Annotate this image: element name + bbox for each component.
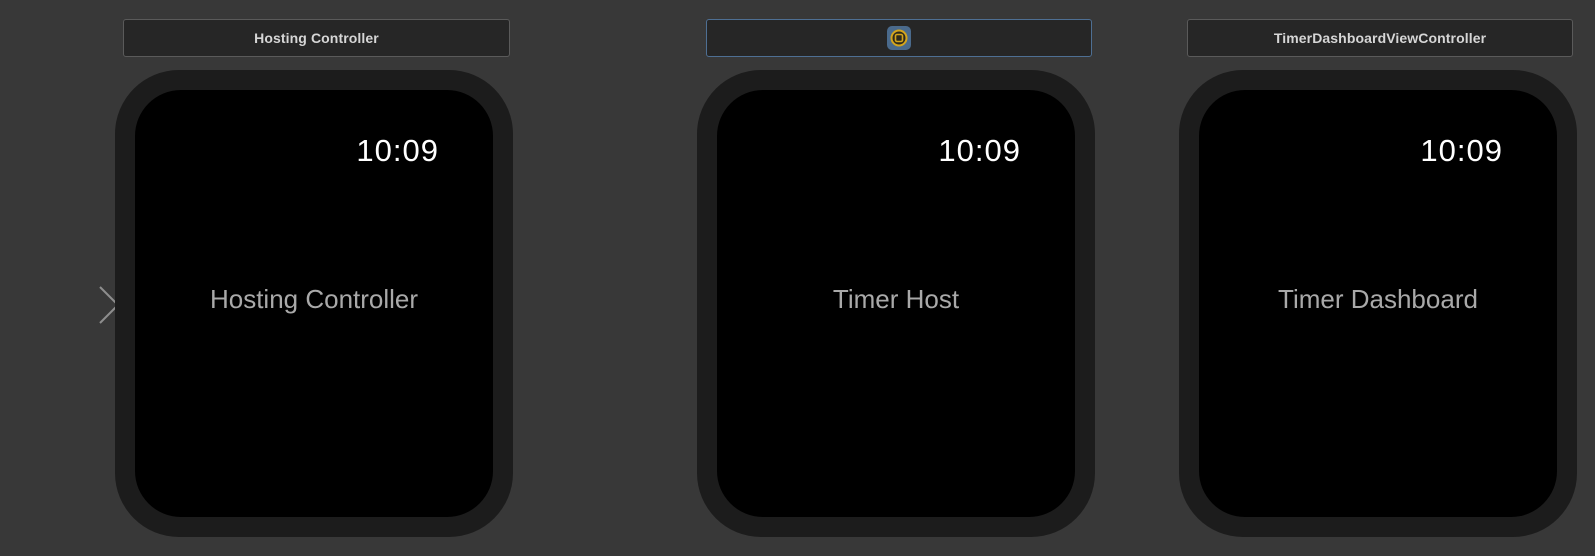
scene-header-timer-dashboard[interactable]: TimerDashboardViewController	[1187, 19, 1573, 57]
scene-header-timer-host[interactable]	[706, 19, 1092, 57]
clock-time: 10:09	[356, 133, 439, 168]
scene-header-label: Hosting Controller	[254, 30, 379, 46]
watch-frame-timer-dashboard[interactable]: 10:09 Timer Dashboard	[1179, 70, 1577, 537]
clock-time: 10:09	[1420, 133, 1503, 168]
entry-point-arrow[interactable]	[0, 285, 125, 325]
interface-controller-icon[interactable]	[887, 26, 911, 50]
clock-time: 10:09	[938, 133, 1021, 168]
watch-frame-timer-host[interactable]: 10:09 Timer Host	[697, 70, 1095, 537]
watch-screen[interactable]: 10:09 Timer Host	[717, 90, 1075, 517]
scene-header-label: TimerDashboardViewController	[1273, 30, 1487, 46]
scene-header-hosting-controller[interactable]: Hosting Controller	[123, 19, 510, 57]
scene-title: Timer Dashboard	[1278, 284, 1478, 314]
watch-screen[interactable]: 10:09 Timer Dashboard	[1199, 90, 1557, 517]
scene-title: Timer Host	[832, 284, 960, 314]
watch-screen[interactable]: 10:09 Hosting Controller	[135, 90, 493, 517]
watch-frame-hosting-controller[interactable]: 10:09 Hosting Controller	[115, 70, 513, 537]
scene-title: Hosting Controller	[209, 284, 419, 314]
storyboard-canvas[interactable]: Hosting Controller 10:09 Hosting Control…	[0, 0, 1595, 556]
